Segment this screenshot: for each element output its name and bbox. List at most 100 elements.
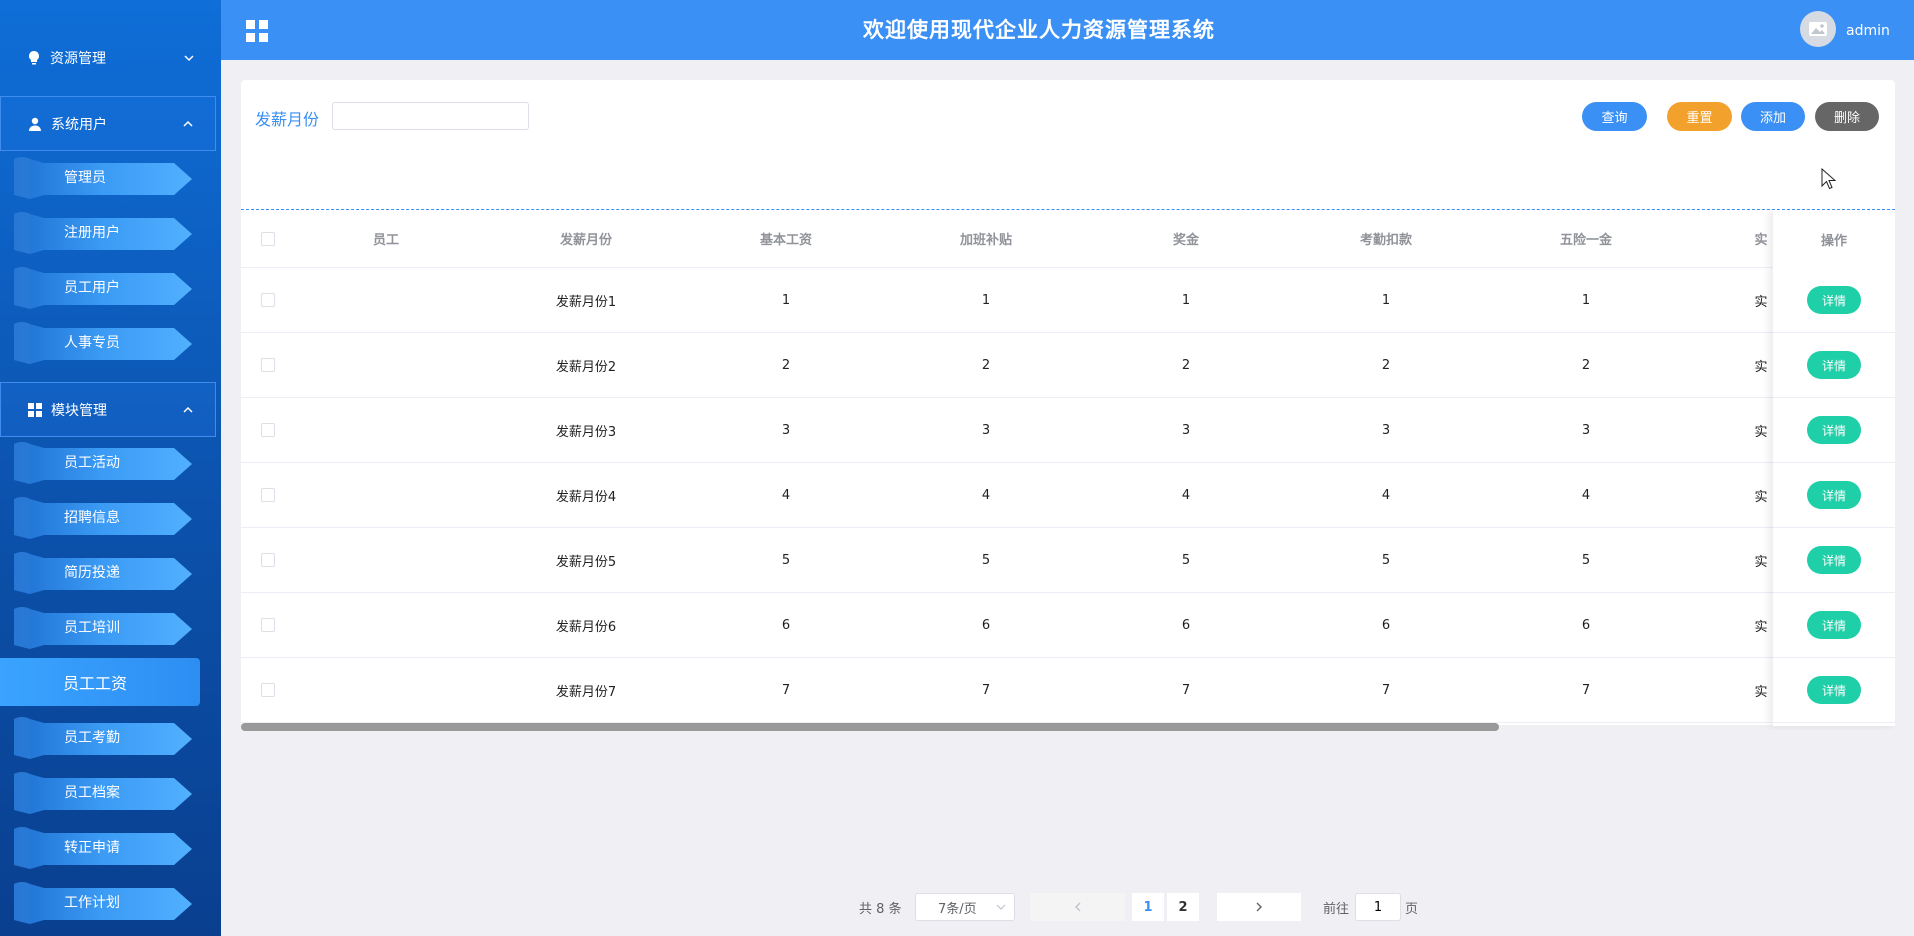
menu-group-label: 资源管理 bbox=[50, 50, 106, 67]
table-cell-deduction: 6 bbox=[1381, 617, 1391, 633]
menu-group-resource[interactable]: 资源管理 bbox=[0, 30, 216, 85]
scrollbar-thumb[interactable] bbox=[241, 723, 1499, 731]
action-cell: 详情 bbox=[1773, 528, 1895, 593]
table-cell-actual: 实 bbox=[1754, 294, 1768, 310]
column-header[interactable]: 员工 bbox=[336, 210, 436, 267]
sidebar-item-label: 员工档案 bbox=[64, 785, 120, 801]
action-cell: 详情 bbox=[1773, 463, 1895, 528]
menu-group-modules[interactable]: 模块管理 bbox=[0, 382, 216, 437]
column-header[interactable]: 奖金 bbox=[1136, 210, 1236, 267]
reset-button[interactable]: 重置 bbox=[1667, 102, 1732, 131]
column-header[interactable]: 加班补贴 bbox=[936, 210, 1036, 267]
table-row[interactable]: 发薪月份3 3 3 3 3 3 实 bbox=[241, 398, 1895, 463]
table-cell-employee bbox=[336, 333, 436, 397]
row-checkbox[interactable] bbox=[261, 488, 275, 502]
detail-button[interactable]: 详情 bbox=[1807, 416, 1861, 444]
avatar[interactable] bbox=[1800, 11, 1836, 47]
action-cell: 详情 bbox=[1773, 593, 1895, 658]
row-checkbox[interactable] bbox=[261, 293, 275, 307]
prev-page-button[interactable] bbox=[1030, 893, 1125, 921]
table-cell-overtime: 1 bbox=[981, 292, 991, 308]
sidebar-item-active[interactable]: 员工工资 bbox=[0, 658, 200, 706]
table-cell-insurance: 2 bbox=[1581, 357, 1591, 373]
page-number[interactable]: 2 bbox=[1167, 893, 1199, 921]
row-select-cell bbox=[253, 463, 283, 527]
sidebar-item[interactable]: 员工考勤 bbox=[14, 715, 192, 759]
table-row[interactable]: 发薪月份5 5 5 5 5 5 实 bbox=[241, 528, 1895, 593]
sidebar-item[interactable]: 注册用户 bbox=[14, 210, 192, 254]
column-header[interactable]: 实 bbox=[1751, 210, 1771, 267]
sidebar-item-label: 员工活动 bbox=[64, 455, 120, 471]
column-header[interactable]: 考勤扣款 bbox=[1336, 210, 1436, 267]
table-cell-bonus: 3 bbox=[1181, 422, 1191, 438]
row-checkbox[interactable] bbox=[261, 423, 275, 437]
delete-button[interactable]: 删除 bbox=[1815, 102, 1879, 131]
row-checkbox[interactable] bbox=[261, 358, 275, 372]
sidebar-item[interactable]: 招聘信息 bbox=[14, 495, 192, 539]
table-cell-bonus: 1 bbox=[1181, 292, 1191, 308]
table-row[interactable]: 发薪月份2 2 2 2 2 2 实 bbox=[241, 333, 1895, 398]
table-cell-actual: 实 bbox=[1754, 424, 1768, 440]
column-header[interactable]: 发薪月份 bbox=[536, 210, 636, 267]
column-header[interactable]: 五险一金 bbox=[1536, 210, 1636, 267]
detail-button[interactable]: 详情 bbox=[1807, 676, 1861, 704]
sidebar-item[interactable]: 员工档案 bbox=[14, 770, 192, 814]
table-cell-base: 1 bbox=[781, 292, 791, 308]
sidebar-item[interactable]: 员工培训 bbox=[14, 605, 192, 649]
table-cell-actual: 实 bbox=[1754, 619, 1768, 635]
sidebar-item[interactable]: 员工用户 bbox=[14, 265, 192, 309]
detail-button[interactable]: 详情 bbox=[1807, 546, 1861, 574]
table-row[interactable]: 发薪月份6 6 6 6 6 6 实 bbox=[241, 593, 1895, 658]
page-number-current[interactable]: 1 bbox=[1132, 893, 1164, 921]
next-page-button[interactable] bbox=[1217, 893, 1301, 921]
row-select-cell bbox=[253, 333, 283, 397]
page-size-select[interactable]: 7条/页 bbox=[915, 893, 1015, 921]
table-cell-bonus: 2 bbox=[1181, 357, 1191, 373]
sidebar-item[interactable]: 转正申请 bbox=[14, 825, 192, 869]
detail-button[interactable]: 详情 bbox=[1807, 611, 1861, 639]
table-row[interactable]: 发薪月份1 1 1 1 1 1 实 bbox=[241, 268, 1895, 333]
goto-page-input[interactable] bbox=[1355, 893, 1401, 921]
row-checkbox[interactable] bbox=[261, 618, 275, 632]
sidebar-item[interactable]: 管理员 bbox=[14, 155, 192, 199]
horizontal-scrollbar[interactable] bbox=[241, 723, 1895, 731]
action-header: 操作 bbox=[1820, 233, 1847, 249]
table-cell-base: 7 bbox=[781, 682, 791, 698]
sidebar-item[interactable]: 工作计划 bbox=[14, 880, 192, 924]
table-row[interactable]: 发薪月份4 4 4 4 4 4 实 bbox=[241, 463, 1895, 528]
salary-table: 员工 发薪月份 基本工资 加班补贴 奖金 考勤扣款 五险一金 实 发薪月份1 1 1… bbox=[241, 210, 1895, 730]
table-cell-deduction: 4 bbox=[1381, 487, 1391, 503]
sidebar-item-label: 工作计划 bbox=[64, 895, 120, 911]
detail-button[interactable]: 详情 bbox=[1807, 351, 1861, 379]
salary-month-input[interactable] bbox=[332, 102, 529, 130]
sidebar-item[interactable]: 员工活动 bbox=[14, 440, 192, 484]
detail-button[interactable]: 详情 bbox=[1807, 481, 1861, 509]
table-cell-employee bbox=[336, 593, 436, 657]
table-cell-deduction: 5 bbox=[1381, 552, 1391, 568]
query-button[interactable]: 查询 bbox=[1582, 102, 1647, 131]
table-cell-employee bbox=[336, 398, 436, 462]
row-select-cell bbox=[253, 398, 283, 462]
sidebar-item-label: 员工考勤 bbox=[64, 730, 120, 746]
select-all-checkbox[interactable] bbox=[261, 231, 275, 246]
sidebar-item[interactable]: 人事专员 bbox=[14, 320, 192, 364]
sidebar-item-label: 员工工资 bbox=[63, 674, 128, 693]
page-size-value: 7条/页 bbox=[938, 901, 977, 917]
menu-group-label: 系统用户 bbox=[51, 116, 107, 133]
detail-button[interactable]: 详情 bbox=[1807, 286, 1861, 314]
table-cell-deduction: 2 bbox=[1381, 357, 1391, 373]
sidebar-item[interactable]: 简历投递 bbox=[14, 550, 192, 594]
column-header[interactable]: 基本工资 bbox=[736, 210, 836, 267]
table-row[interactable]: 发薪月份7 7 7 7 7 7 实 bbox=[241, 658, 1895, 723]
username[interactable]: admin bbox=[1846, 23, 1890, 39]
row-checkbox[interactable] bbox=[261, 683, 275, 697]
table-cell-overtime: 4 bbox=[981, 487, 991, 503]
action-cell: 详情 bbox=[1773, 333, 1895, 398]
table-cell-base: 3 bbox=[781, 422, 791, 438]
menu-group-users[interactable]: 系统用户 bbox=[0, 96, 216, 151]
table-cell-deduction: 3 bbox=[1381, 422, 1391, 438]
image-icon bbox=[1809, 22, 1827, 36]
add-button[interactable]: 添加 bbox=[1741, 102, 1805, 131]
table-cell-bonus: 4 bbox=[1181, 487, 1191, 503]
row-checkbox[interactable] bbox=[261, 553, 275, 567]
